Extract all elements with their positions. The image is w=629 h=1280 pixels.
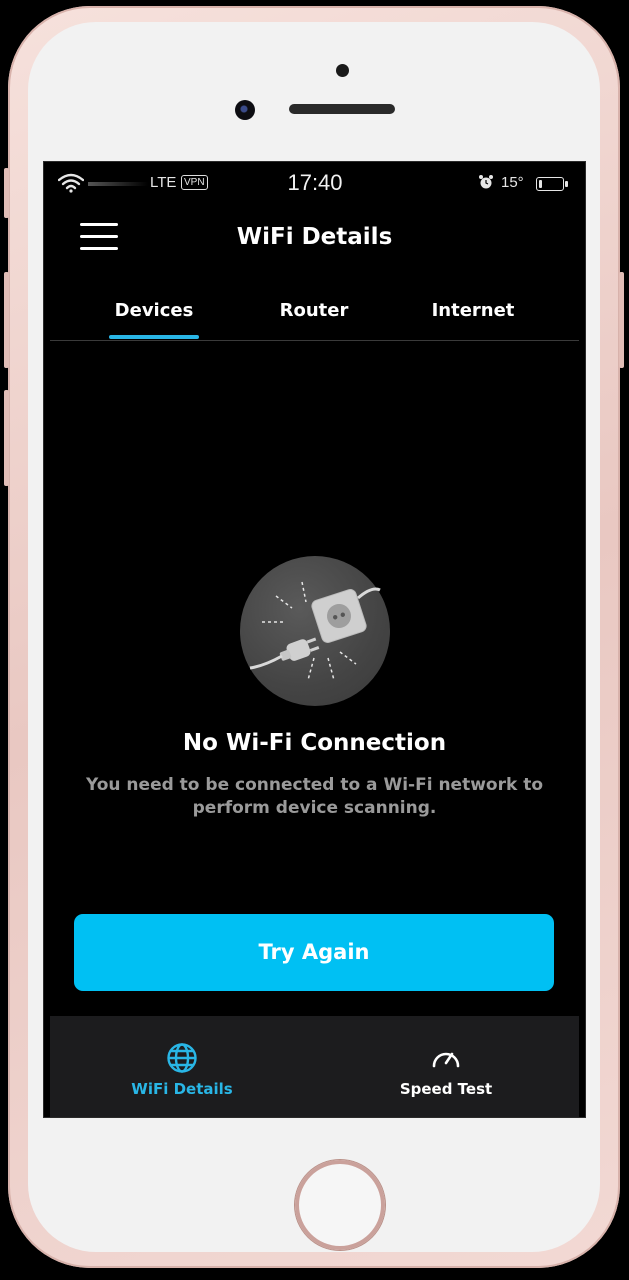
globe-icon	[167, 1043, 197, 1073]
battery-level-fill	[539, 180, 542, 188]
battery-percent: 15°	[501, 174, 524, 191]
bottom-navigation: WiFi Details Speed Test	[50, 1016, 579, 1117]
status-bar: LTE VPN 17:40 15°	[44, 162, 585, 206]
alarm-clock-icon	[479, 175, 493, 189]
active-tab-indicator	[109, 335, 199, 339]
network-type: LTE	[150, 174, 177, 191]
tab-internet[interactable]: Internet	[385, 288, 561, 340]
try-again-button[interactable]: Try Again	[74, 914, 554, 991]
vpn-badge: VPN	[181, 175, 208, 190]
tab-devices[interactable]: Devices	[66, 288, 242, 340]
home-button[interactable]	[295, 1160, 385, 1250]
nav-item-speed-test[interactable]: Speed Test	[314, 1016, 578, 1117]
nav-label-speed-test: Speed Test	[399, 1080, 493, 1098]
battery-icon	[536, 177, 568, 191]
app-header: WiFi Details	[44, 206, 585, 272]
front-camera	[235, 100, 255, 120]
page-title: WiFi Details	[236, 224, 393, 250]
unplugged-plug-icon	[240, 556, 390, 706]
mute-switch	[4, 168, 9, 218]
empty-state-title: No Wi-Fi Connection	[182, 730, 447, 756]
status-time: 17:40	[287, 170, 343, 195]
power-button	[619, 272, 624, 368]
speedometer-icon	[432, 1052, 460, 1068]
sensor-dot	[336, 64, 349, 77]
wifi-signal-icon	[58, 173, 84, 193]
empty-state-description: You need to be connected to a Wi-Fi netw…	[85, 775, 544, 818]
app-screen: LTE VPN 17:40 15° WiFi Details Devices R…	[44, 162, 585, 1117]
volume-up-button	[4, 272, 9, 368]
earpiece-speaker	[289, 104, 395, 114]
volume-down-button	[4, 390, 9, 486]
tab-router[interactable]: Router	[226, 288, 402, 340]
tab-bar: Devices Router Internet	[50, 288, 579, 341]
nav-label-wifi-details: WiFi Details	[131, 1080, 233, 1098]
nav-item-wifi-details[interactable]: WiFi Details	[50, 1016, 314, 1117]
carrier-placeholder	[88, 182, 148, 186]
